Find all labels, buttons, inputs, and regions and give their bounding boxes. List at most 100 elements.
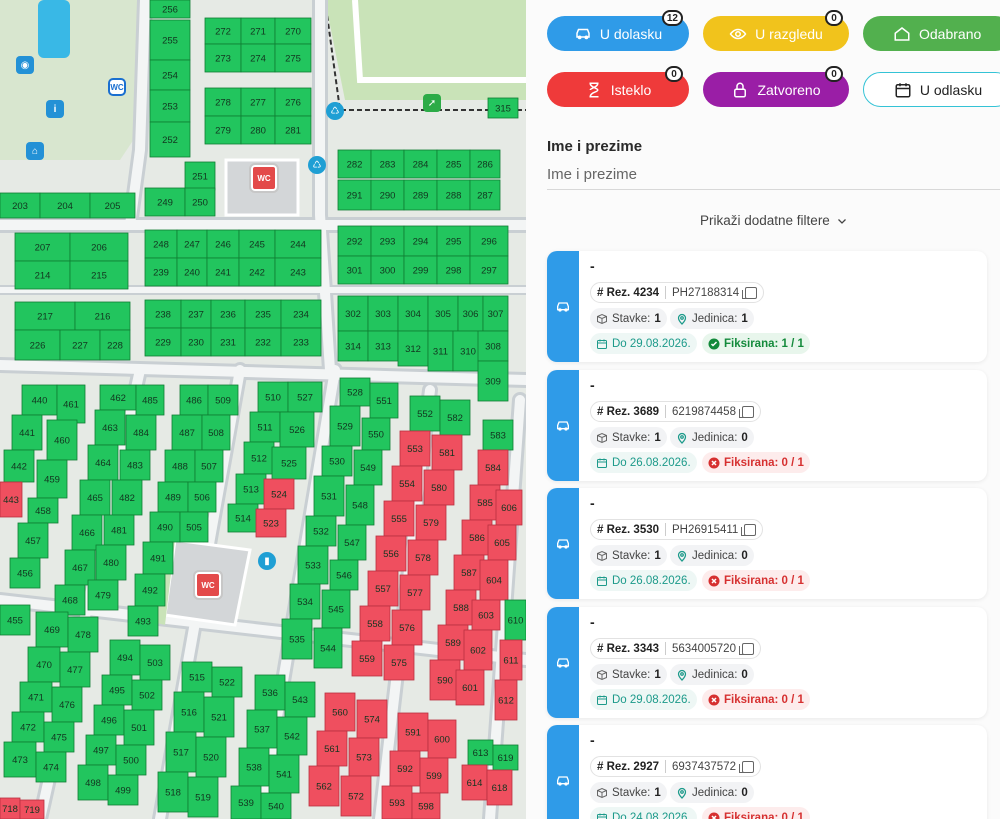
parcel[interactable]: 285 [436, 149, 471, 179]
parcel[interactable]: 284 [403, 149, 438, 179]
parcel[interactable]: 474 [35, 751, 67, 783]
wc-building-icon[interactable]: WC [249, 163, 279, 193]
name-input[interactable] [547, 160, 1000, 190]
parcel[interactable]: 289 [403, 179, 438, 211]
parcel[interactable]: 573 [348, 737, 380, 777]
parcel[interactable]: 281 [274, 115, 312, 145]
parcel[interactable]: 619 [492, 744, 519, 771]
parcel[interactable]: 604 [479, 559, 509, 601]
filter-odabrano-button[interactable]: Odabrano [863, 16, 1000, 51]
parcel[interactable]: 256 [149, 0, 191, 19]
parcel[interactable]: 545 [321, 589, 351, 629]
parcel[interactable]: 292 [337, 225, 372, 257]
parcel[interactable]: 471 [19, 681, 53, 713]
parcel[interactable]: 282 [337, 149, 372, 179]
parcel[interactable]: 523 [255, 508, 287, 538]
parcel[interactable]: 515 [181, 661, 213, 693]
parcel[interactable]: 485 [135, 384, 165, 416]
parcel[interactable]: 294 [403, 225, 438, 257]
parcel[interactable]: 605 [487, 524, 517, 561]
parcel[interactable]: 240 [176, 257, 208, 287]
parcel[interactable]: 524 [263, 478, 295, 510]
parcel[interactable]: 206 [69, 232, 129, 262]
parcel[interactable]: 521 [203, 696, 235, 738]
parcel[interactable]: 441 [11, 414, 43, 451]
parcel[interactable]: 442 [3, 449, 35, 483]
parcel[interactable]: 286 [469, 149, 501, 179]
parcel[interactable]: 591 [397, 712, 429, 752]
parcel[interactable]: 552 [409, 395, 441, 432]
parcel[interactable]: 513 [235, 473, 267, 505]
parcel[interactable]: 313 [367, 330, 399, 362]
parcel[interactable]: 291 [337, 179, 372, 211]
parcel[interactable]: 204 [39, 192, 91, 219]
parcel[interactable]: 254 [149, 59, 191, 91]
parcel[interactable]: 490 [149, 511, 181, 543]
copy-icon[interactable] [738, 642, 754, 655]
more-filters-toggle[interactable]: Prikaži dodatne filtere [700, 213, 848, 228]
parcel[interactable]: 507 [194, 449, 224, 483]
parcel[interactable]: 580 [423, 469, 455, 506]
parcel[interactable]: 305 [427, 295, 459, 332]
parcel[interactable]: 455 [0, 604, 31, 636]
parcel[interactable]: 314 [337, 330, 369, 362]
parcel[interactable]: 472 [11, 711, 45, 743]
parcel[interactable]: 555 [383, 500, 415, 537]
trash-icon[interactable]: ▮ [258, 552, 276, 570]
parcel[interactable]: 460 [46, 419, 78, 461]
copy-icon[interactable] [738, 760, 754, 773]
parcel[interactable]: 526 [279, 411, 315, 448]
parcel[interactable]: 246 [206, 229, 240, 259]
map-canvas[interactable]: 256 255 254 253 252 272 271 270 273 274 275 278 277 2… [0, 0, 526, 819]
parcel[interactable]: 561 [316, 730, 348, 767]
reservation-card[interactable]: - # Rez. 3689 6219874458 Stavke: 1 Jedini… [547, 370, 987, 481]
parcel[interactable]: 585 [469, 484, 501, 521]
parcel[interactable]: 236 [210, 299, 246, 329]
parcel[interactable]: 537 [246, 709, 278, 749]
parcel[interactable]: 280 [240, 115, 276, 145]
reservation-id-chip[interactable]: # Rez. 3343 5634005720 [590, 638, 761, 659]
parcel[interactable]: 560 [324, 692, 356, 732]
parcel[interactable]: 574 [356, 699, 388, 739]
parcel[interactable]: 533 [297, 545, 329, 585]
parcel[interactable]: 217 [14, 301, 76, 331]
parcel[interactable]: 462 [99, 384, 137, 411]
parcel[interactable]: 235 [244, 299, 282, 329]
parcel[interactable]: 308 [477, 330, 509, 362]
reservation-id-chip[interactable]: # Rez. 4234 PH27188314 [590, 282, 765, 303]
parcel[interactable]: 499 [107, 774, 139, 806]
parcel[interactable]: 719 [19, 799, 45, 819]
parcel[interactable]: 539 [230, 785, 262, 819]
parcel[interactable]: 470 [27, 646, 61, 683]
parcel[interactable]: 483 [119, 449, 151, 481]
parcel[interactable]: 239 [144, 257, 178, 287]
runner-icon[interactable]: ➚ [423, 94, 441, 112]
parcel[interactable]: 475 [43, 721, 75, 753]
reservation-id-chip[interactable]: # Rez. 2927 6937437572 [590, 756, 761, 777]
filter-u-razgledu-button[interactable]: U razgledu 0 [703, 10, 849, 51]
parcel[interactable]: 505 [179, 511, 209, 543]
parcel[interactable]: 243 [274, 257, 322, 287]
parcel[interactable]: 489 [157, 481, 189, 513]
parcel[interactable]: 576 [391, 609, 423, 646]
parcel[interactable]: 548 [345, 484, 375, 526]
parcel[interactable]: 215 [69, 260, 129, 290]
parcel[interactable]: 248 [144, 229, 178, 259]
parcel[interactable]: 551 [369, 382, 399, 419]
parcel[interactable]: 530 [321, 445, 353, 477]
parcel[interactable]: 558 [359, 605, 391, 642]
parcel[interactable]: 498 [77, 764, 109, 801]
parcel[interactable]: 228 [99, 329, 131, 361]
parcel[interactable]: 252 [149, 121, 191, 158]
parcel[interactable]: 205 [89, 192, 136, 219]
parcel[interactable]: 527 [287, 381, 323, 413]
parcel[interactable]: 518 [157, 771, 189, 813]
parcel[interactable]: 245 [238, 229, 276, 259]
camp-map[interactable]: 256 255 254 253 252 272 271 270 273 274 275 278 277 2… [0, 0, 526, 819]
filter-isteklo-button[interactable]: Isteklo 0 [547, 66, 689, 107]
parcel[interactable]: 581 [431, 434, 463, 471]
parcel[interactable]: 302 [337, 295, 369, 332]
parcel[interactable]: 479 [87, 579, 119, 611]
parcel[interactable]: 556 [375, 535, 407, 572]
parcel[interactable]: 540 [260, 792, 292, 819]
